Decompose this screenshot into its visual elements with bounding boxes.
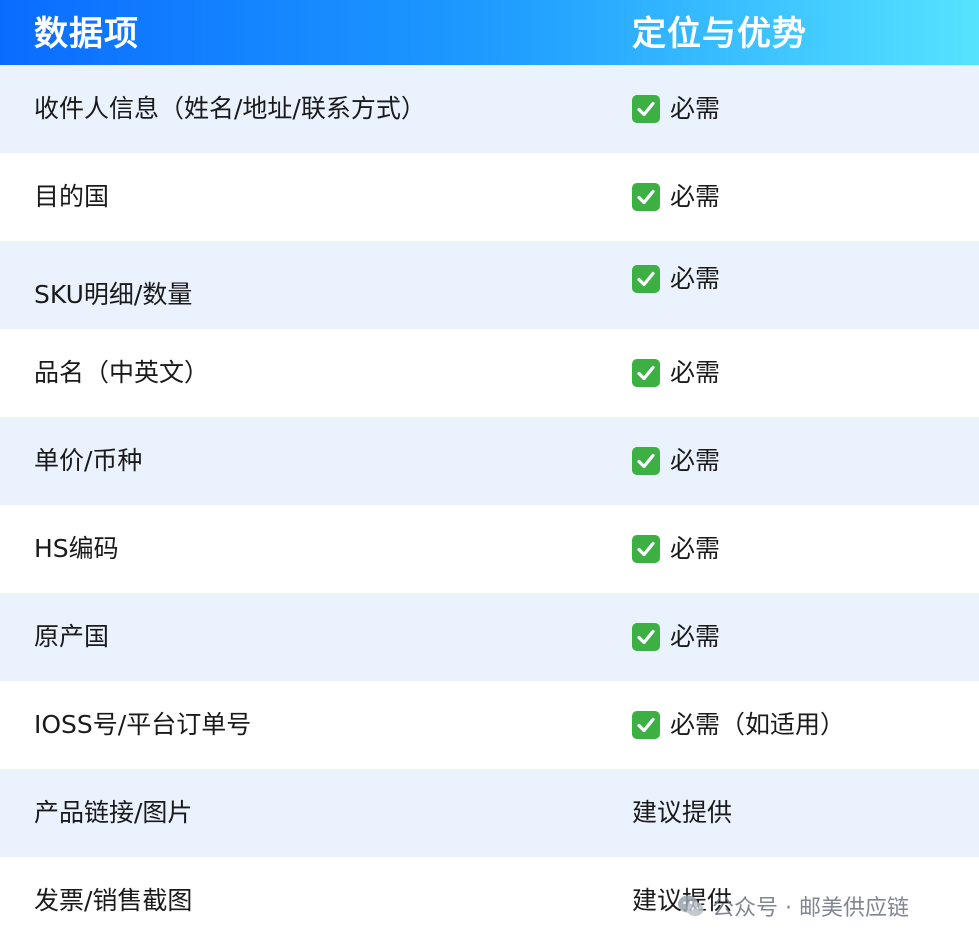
table-row: 产品链接/图片 建议提供: [0, 769, 979, 857]
row-item: IOSS号/平台订单号: [34, 710, 252, 739]
status-text: 必需: [670, 94, 721, 123]
row-status: 必需: [632, 153, 720, 241]
checkmark-icon: [632, 447, 660, 475]
row-item: SKU明细/数量: [34, 280, 193, 309]
table-row: 品名（中英文） 必需: [0, 329, 979, 417]
row-item: 目的国: [34, 182, 110, 211]
row-status: 必需: [632, 65, 720, 153]
status-text: 必需: [670, 358, 721, 387]
row-status: 必需: [632, 329, 720, 417]
watermark-text: 公众号 · 邮美供应链: [712, 896, 909, 921]
row-status: 必需: [632, 505, 720, 593]
table-header: 数据项 定位与优势: [0, 0, 979, 65]
row-status: 必需: [632, 417, 720, 505]
checkmark-icon: [632, 535, 660, 563]
status-text: 必需: [670, 182, 721, 211]
checkmark-icon: [632, 359, 660, 387]
data-requirements-table: 数据项 定位与优势 收件人信息（姓名/地址/联系方式） 必需 目的国 必需 SK…: [0, 0, 979, 945]
checkmark-icon: [632, 265, 660, 293]
row-item: 单价/币种: [34, 446, 143, 475]
checkmark-icon: [632, 95, 660, 123]
header-data-item: 数据项: [34, 14, 139, 54]
header-positioning: 定位与优势: [632, 14, 807, 54]
table-row: 收件人信息（姓名/地址/联系方式） 必需: [0, 65, 979, 153]
checkmark-icon: [632, 711, 660, 739]
row-status: 建议提供: [632, 769, 732, 857]
status-text: 必需（如适用）: [670, 710, 846, 739]
watermark: 公众号 · 邮美供应链: [676, 886, 909, 926]
row-item: 收件人信息（姓名/地址/联系方式）: [34, 94, 426, 123]
row-status: 必需: [632, 235, 720, 323]
row-status: 必需: [632, 593, 720, 681]
row-item: 发票/销售截图: [34, 886, 193, 915]
row-item: 品名（中英文）: [34, 358, 210, 387]
wechat-icon: [676, 891, 706, 921]
table-row: 目的国 必需: [0, 153, 979, 241]
checkmark-icon: [632, 183, 660, 211]
checkmark-icon: [632, 623, 660, 651]
status-text: 建议提供: [632, 798, 733, 827]
status-text: 必需: [670, 446, 721, 475]
table-row: 原产国 必需: [0, 593, 979, 681]
table-row: SKU明细/数量 必需: [0, 241, 979, 329]
table-row: IOSS号/平台订单号 必需（如适用）: [0, 681, 979, 769]
table-row: HS编码 必需: [0, 505, 979, 593]
row-item: HS编码: [34, 534, 119, 563]
row-item: 原产国: [34, 622, 110, 651]
status-text: 必需: [670, 264, 721, 293]
status-text: 必需: [670, 534, 721, 563]
status-text: 必需: [670, 622, 721, 651]
row-status: 必需（如适用）: [632, 681, 845, 769]
table-row: 单价/币种 必需: [0, 417, 979, 505]
row-item: 产品链接/图片: [34, 798, 193, 827]
